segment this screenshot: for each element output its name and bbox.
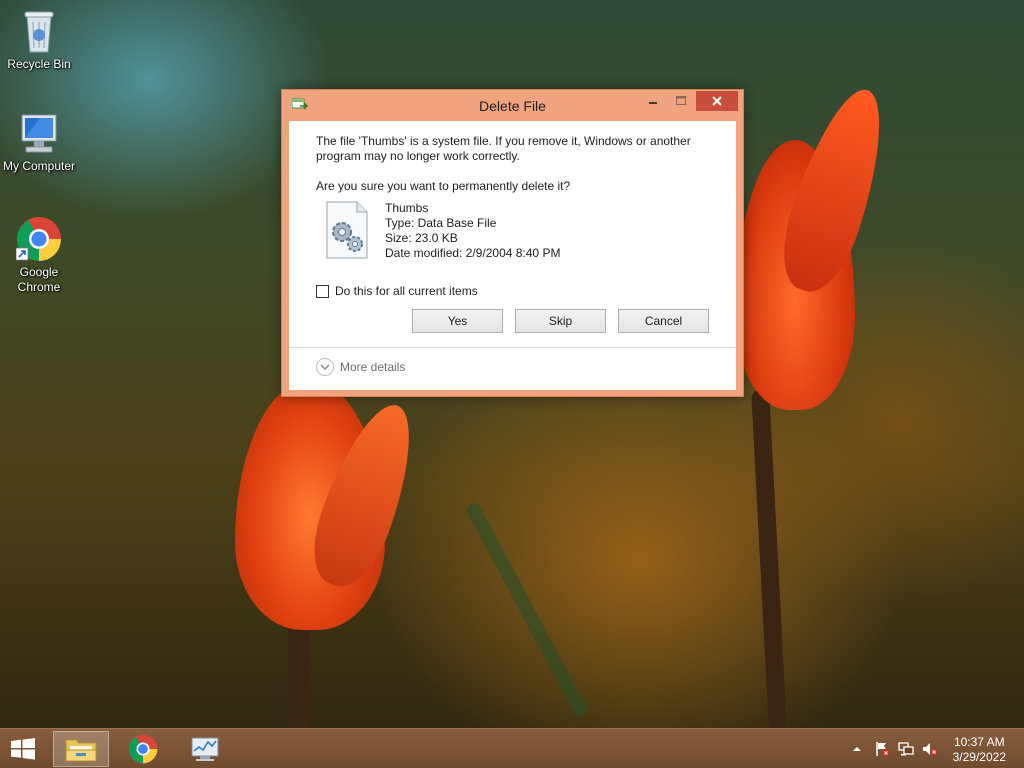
dialog-body: The file 'Thumbs' is a system file. If y… [289,121,736,390]
grass-blade [464,500,590,720]
recycle-bin-icon [24,11,54,53]
apply-to-all-label[interactable]: Do this for all current items [335,284,478,298]
desktop-icon-my-computer[interactable]: My Computer [1,112,77,174]
file-type: Type: Data Base File [385,216,497,230]
apply-to-all-row[interactable]: Do this for all current items [316,284,478,298]
desktop-icon-recycle-bin[interactable]: Recycle Bin [1,8,77,72]
warning-message: The file 'Thumbs' is a system file. If y… [316,134,691,163]
delete-file-dialog: Delete File The file 'Thumbs' is a syste… [281,89,744,397]
performance-monitor-icon [191,737,219,761]
taskbar-file-explorer[interactable] [53,731,109,767]
system-clock[interactable]: 10:37 AM 3/29/2022 [953,735,1006,765]
system-file-icon [326,201,368,259]
taskbar-performance-monitor[interactable] [177,731,233,767]
show-hidden-icons-icon[interactable] [849,741,865,757]
clock-date: 3/29/2022 [952,750,1006,764]
start-button[interactable] [10,738,36,760]
tulip-stem-right [751,389,787,728]
volume-muted-icon[interactable] [922,741,938,757]
computer-icon [21,114,57,153]
skip-button[interactable]: Skip [515,309,606,333]
desktop-icon-google-chrome[interactable]: Google Chrome [1,216,77,295]
chrome-icon [128,734,158,764]
file-date-modified: Date modified: 2/9/2004 8:40 PM [385,246,561,260]
dialog-separator [289,347,736,348]
minimize-button[interactable] [640,91,666,111]
apply-to-all-checkbox[interactable] [316,284,329,298]
folder-icon [65,739,97,762]
dialog-titlebar[interactable]: Delete File [282,90,743,121]
file-details: Thumbs Type: Data Base File Size: 23.0 K… [385,201,560,261]
desktop-icon-label: My Computer [2,159,76,173]
maximize-button[interactable] [668,91,694,111]
close-button[interactable] [696,91,738,111]
file-name: Thumbs [385,201,429,215]
file-size: Size: 23.0 KB [385,231,458,245]
minimize-icon [649,102,657,104]
taskbar-google-chrome[interactable] [115,731,171,767]
confirm-question: Are you sure you want to permanently del… [316,179,571,193]
clock-time: 10:37 AM [953,735,1005,749]
desktop-icon-label: Recycle Bin [7,57,71,71]
chrome-icon [16,217,61,261]
more-details-label: More details [340,360,406,374]
taskbar: 10:37 AM 3/29/2022 [0,728,1024,768]
chevron-down-icon [316,358,334,376]
network-icon[interactable] [898,741,914,757]
more-details-toggle[interactable]: More details [316,358,405,376]
action-center-flag-icon[interactable] [874,741,890,757]
maximize-icon [676,96,686,105]
close-icon [712,96,722,106]
cancel-button[interactable]: Cancel [618,309,709,333]
yes-button[interactable]: Yes [412,309,503,333]
desktop-icon-label: Google Chrome [17,265,61,294]
